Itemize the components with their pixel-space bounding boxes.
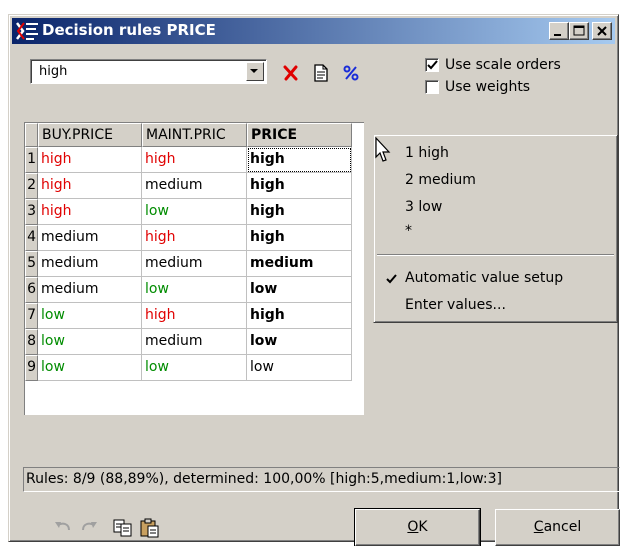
undo-icon[interactable] — [53, 518, 73, 534]
cell-maint-price[interactable]: low — [142, 355, 247, 381]
copy-icon[interactable] — [112, 518, 134, 538]
cell-price[interactable]: high — [247, 173, 352, 199]
cell-price[interactable]: low — [247, 277, 352, 303]
cell-buy-price[interactable]: high — [38, 147, 142, 173]
use-weights-checkbox[interactable]: Use weights — [425, 79, 530, 95]
row-number[interactable]: 4 — [25, 225, 38, 251]
use-scale-orders-label: Use scale orders — [445, 57, 561, 73]
column-header-price[interactable]: PRICE — [247, 123, 352, 147]
table-row[interactable]: 1 high high high — [25, 147, 352, 173]
grid-header: BUY.PRICE MAINT.PRIC PRICE — [25, 123, 352, 147]
row-number[interactable]: 7 — [25, 303, 38, 329]
menu-item-enter-values[interactable]: Enter values... — [405, 297, 506, 313]
cell-buy-price[interactable]: low — [38, 355, 142, 381]
ok-label: K — [418, 519, 428, 535]
row-number[interactable]: 6 — [25, 277, 38, 303]
paste-icon[interactable] — [139, 518, 161, 538]
cancel-label: ancel — [543, 519, 582, 535]
row-number[interactable]: 3 — [25, 199, 38, 225]
cell-maint-price[interactable]: high — [142, 147, 247, 173]
row-number[interactable]: 5 — [25, 251, 38, 277]
combobox-value: high — [39, 64, 68, 79]
table-row[interactable]: 3 high low high — [25, 199, 352, 225]
table-row[interactable]: 9 low low low — [25, 355, 352, 381]
grid-corner — [25, 123, 38, 147]
use-scale-orders-checkbox[interactable]: Use scale orders — [425, 57, 561, 73]
close-button[interactable] — [592, 22, 612, 40]
menu-item-medium[interactable]: 2 medium — [405, 172, 476, 188]
delete-rule-icon[interactable] — [281, 63, 301, 83]
menu-item-low[interactable]: 3 low — [405, 199, 442, 215]
table-row[interactable]: 2 high medium high — [25, 173, 352, 199]
minimize-icon — [554, 34, 561, 36]
cell-maint-price[interactable]: low — [142, 277, 247, 303]
close-icon — [597, 26, 607, 36]
cell-buy-price[interactable]: low — [38, 303, 142, 329]
cell-buy-price[interactable]: high — [38, 199, 142, 225]
menu-item-high[interactable]: 1 high — [405, 145, 449, 161]
cell-price[interactable]: medium — [247, 251, 352, 277]
cell-price[interactable]: low — [247, 355, 352, 381]
redo-icon[interactable] — [79, 518, 99, 534]
cell-buy-price[interactable]: medium — [38, 251, 142, 277]
cell-maint-price[interactable]: medium — [142, 251, 247, 277]
decision-rules-app-icon — [16, 22, 38, 40]
ok-mnemonic: O — [407, 519, 419, 535]
window-title: Decision rules PRICE — [42, 21, 216, 39]
use-scale-orders-box[interactable] — [425, 58, 439, 72]
menu-separator — [377, 254, 614, 256]
menu-item-any[interactable]: * — [405, 223, 412, 239]
value-combobox[interactable]: high — [30, 59, 267, 84]
cell-buy-price[interactable]: low — [38, 329, 142, 355]
decision-rules-grid: BUY.PRICE MAINT.PRIC PRICE 1 high high high… — [24, 122, 364, 415]
table-row[interactable]: 8 low medium low — [25, 329, 352, 355]
cell-maint-price[interactable]: low — [142, 199, 247, 225]
table-row[interactable]: 7 low high high — [25, 303, 352, 329]
minimize-button[interactable] — [549, 22, 569, 40]
column-header-buy-price[interactable]: BUY.PRICE — [38, 123, 142, 147]
checkmark-icon — [427, 60, 438, 70]
cell-buy-price[interactable]: medium — [38, 277, 142, 303]
cell-price[interactable]: low — [247, 329, 352, 355]
cell-price[interactable]: high — [247, 147, 352, 173]
cell-price[interactable]: high — [247, 225, 352, 251]
menu-item-automatic-value-setup[interactable]: Automatic value setup — [405, 270, 563, 286]
title-bar[interactable]: Decision rules PRICE — [12, 18, 615, 44]
combobox-dropdown-button[interactable] — [246, 62, 264, 81]
use-weights-label: Use weights — [445, 79, 531, 95]
chevron-down-icon — [250, 69, 258, 73]
cell-buy-price[interactable]: medium — [38, 225, 142, 251]
cell-maint-price[interactable]: medium — [142, 173, 247, 199]
column-header-maint-price[interactable]: MAINT.PRIC — [142, 123, 247, 147]
row-number[interactable]: 8 — [25, 329, 38, 355]
cell-maint-price[interactable]: high — [142, 225, 247, 251]
cancel-button[interactable]: Cancel — [495, 509, 620, 546]
value-context-menu: 1 high 2 medium 3 low * Automatic value … — [373, 134, 618, 323]
cell-maint-price[interactable]: high — [142, 303, 247, 329]
ok-button[interactable]: OK — [354, 508, 481, 546]
table-row[interactable]: 6 medium low low — [25, 277, 352, 303]
status-bar: Rules: 8/9 (88,89%), determined: 100,00%… — [23, 467, 620, 492]
maximize-icon — [573, 25, 585, 36]
maximize-button[interactable] — [569, 22, 589, 40]
cell-price[interactable]: high — [247, 199, 352, 225]
decision-rules-window: Decision rules PRICE high Use scale orde… — [8, 14, 620, 546]
row-number[interactable]: 1 — [25, 147, 38, 173]
use-weights-box[interactable] — [425, 80, 439, 94]
cell-maint-price[interactable]: medium — [142, 329, 247, 355]
checkmark-icon — [386, 274, 397, 284]
cell-price[interactable]: high — [247, 303, 352, 329]
row-number[interactable]: 9 — [25, 355, 38, 381]
cancel-mnemonic: C — [533, 519, 544, 535]
percent-icon[interactable] — [341, 63, 361, 83]
table-row[interactable]: 4 medium high high — [25, 225, 352, 251]
mouse-cursor-icon — [375, 137, 391, 162]
table-row[interactable]: 5 medium medium medium — [25, 251, 352, 277]
document-icon[interactable] — [311, 63, 331, 83]
cell-buy-price[interactable]: high — [38, 173, 142, 199]
row-number[interactable]: 2 — [25, 173, 38, 199]
